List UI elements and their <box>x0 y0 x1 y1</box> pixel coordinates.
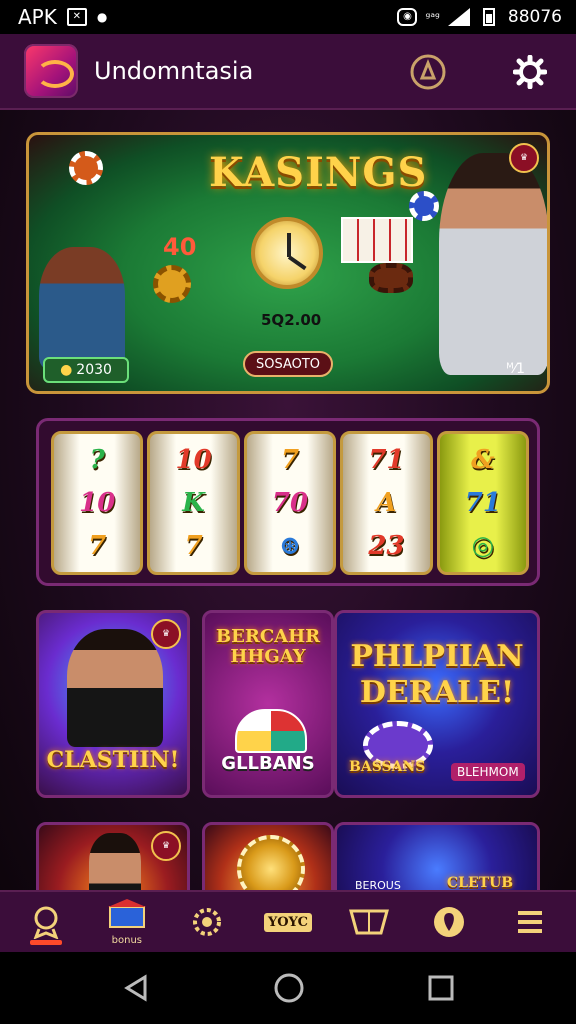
reel-symbol: 7 <box>184 531 203 562</box>
dot-icon: ● <box>96 10 108 24</box>
hero-left-pill[interactable]: ● 2030 <box>43 357 129 383</box>
chips-pile-icon <box>369 263 413 293</box>
tile-tag: CLETUB <box>447 875 514 891</box>
basket-icon <box>348 909 389 935</box>
back-icon[interactable] <box>121 973 151 1003</box>
reel-symbol: 7 <box>88 531 107 562</box>
reel-symbol: ⊛ <box>279 531 301 562</box>
status-small-glyph: ᵍᵃᵍ <box>425 10 440 24</box>
reel-symbol: K <box>182 487 205 518</box>
slot-reel: ? 10 7 <box>51 431 144 575</box>
nav-tag[interactable]: YOYC <box>258 897 318 947</box>
trophy-icon <box>33 906 59 939</box>
slot-machine-tile[interactable]: ? 10 7 10 K 7 7 70 ⊛ 71 A 23 & 71 ◎ <box>36 418 540 586</box>
system-nav-bar <box>0 952 576 1024</box>
stopwatch-icon <box>251 217 323 289</box>
dealer-illustration <box>39 247 125 369</box>
bottom-nav: bonus YOYC <box>0 890 576 952</box>
nav-location[interactable] <box>419 897 479 947</box>
search-icon <box>410 54 446 90</box>
reel-symbol: 10 <box>175 444 212 475</box>
tile-tag: BLEHMOM <box>451 763 525 781</box>
status-time: 88076 <box>507 7 562 27</box>
nav-home[interactable] <box>16 897 76 947</box>
hero-badge-icon: ♛ <box>509 143 539 173</box>
app-title: Undomntasia <box>94 57 254 85</box>
hero-bet-number: 40 <box>163 233 197 261</box>
nav-shop[interactable] <box>339 897 399 947</box>
player-illustration <box>439 153 547 375</box>
reel-symbol: ◎ <box>471 531 495 562</box>
tile-subtitle: BASSANS <box>349 759 426 775</box>
tile-subtitle: GLLBANS <box>221 753 315 774</box>
nav-bonus-caption: bonus <box>111 934 143 946</box>
reel-symbol: 10 <box>79 487 116 518</box>
signal-icon <box>447 8 470 26</box>
tile-badge-icon: ♛ <box>151 619 181 649</box>
settings-button[interactable] <box>510 52 550 92</box>
hero-title: KASINGS <box>209 149 428 196</box>
home-icon[interactable] <box>273 972 305 1004</box>
app-screen: Undomntasia K ASINGS 40 5Q2.00 ● 2030 SOS… <box>0 34 576 952</box>
notification-icon: ✕ <box>66 8 87 26</box>
app-logo[interactable] <box>24 44 78 98</box>
status-app-label: APK <box>18 5 57 29</box>
menu-icon <box>517 911 542 933</box>
game-tile-baccarat[interactable]: BERCAHR HHGAY GLLBANS <box>202 610 334 798</box>
host-illustration <box>67 629 163 747</box>
game-tile-featured[interactable]: PHLPIIAN DERALE! BASSANS BLEHMOM <box>334 610 540 798</box>
coin-stack-icon <box>153 265 191 303</box>
slot-reel: 7 70 ⊛ <box>243 431 337 575</box>
recents-icon[interactable] <box>427 974 455 1002</box>
reel-symbol: 70 <box>271 487 309 518</box>
tile-badge-icon: ♛ <box>151 831 181 861</box>
reel-symbol: 23 <box>368 531 405 562</box>
gear-icon <box>513 55 547 89</box>
location-icon <box>434 907 465 937</box>
hero-table-text: 5Q2.00 <box>261 311 322 329</box>
reel-symbol: ? <box>89 444 105 475</box>
slot-reel: 10 K 7 <box>147 431 240 575</box>
card-fan-icon <box>235 709 307 753</box>
status-bar: APK ✕ ● ◉ ᵍᵃᵍ 88076 <box>0 0 576 34</box>
slot-reel: 71 A 23 <box>340 431 433 575</box>
poker-chip-icon <box>69 151 103 185</box>
slot-reels: ? 10 7 10 K 7 7 70 ⊛ 71 A 23 & 71 ◎ <box>51 431 530 575</box>
reel-symbol: 71 <box>368 444 405 475</box>
nav-menu[interactable] <box>500 897 560 947</box>
hero-banner[interactable]: KASINGS 40 5Q2.00 ● 2030 SOSAOTO ᴹ⁄1 ♛ <box>26 132 550 394</box>
cast-icon: ◉ <box>397 8 418 26</box>
battery-icon <box>482 8 495 26</box>
tile-title: CLASTIIN! <box>46 747 180 773</box>
cards-icon <box>341 217 413 263</box>
tile-title: BERCAHR HHGAY <box>215 626 321 667</box>
reel-symbol: A <box>376 487 397 518</box>
slot-reel: & 71 ◎ <box>436 431 530 575</box>
game-tile-casino[interactable]: ♛ CLASTIIN! <box>36 610 190 798</box>
treasure-chest-icon <box>107 898 146 928</box>
hero-left-pill-label: 2030 <box>76 362 112 378</box>
hero-mid-pill[interactable]: SOSAOTO <box>243 351 333 377</box>
coin-icon: ● <box>60 362 73 378</box>
reel-symbol: 7 <box>280 444 300 475</box>
nav-bonus[interactable]: bonus <box>97 897 157 947</box>
nav-promotions[interactable] <box>177 897 237 947</box>
search-button[interactable] <box>408 52 448 92</box>
reel-symbol: & <box>471 444 495 475</box>
hero-corner-text: ᴹ⁄1 <box>506 361 525 377</box>
app-header: Undomntasia <box>0 34 576 110</box>
reel-symbol: 71 <box>464 487 501 518</box>
gear-badge-icon <box>193 908 222 936</box>
tile-title: PHLPIIAN DERALE! <box>350 639 524 710</box>
tag-icon: YOYC <box>263 912 312 932</box>
